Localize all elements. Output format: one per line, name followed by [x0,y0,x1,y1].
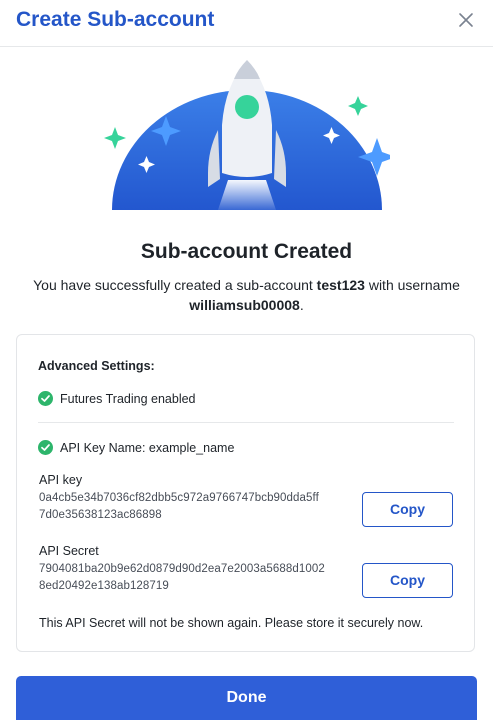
copy-api-secret-button[interactable]: Copy [362,563,453,598]
dialog-title: Create Sub-account [16,8,215,31]
api-key-name-row: API Key Name: example_name [38,440,234,455]
check-circle-icon [38,440,53,455]
api-secret-label: API Secret [39,544,99,558]
description-suffix: . [299,297,304,313]
username: williamsub00008 [189,297,300,313]
futures-enabled-label: Futures Trading enabled [60,391,196,406]
api-key-name-label: API Key Name: example_name [60,440,235,455]
check-circle-icon [38,391,53,406]
api-key-value[interactable]: 0a4cb5e34b7036cf82dbb5c972a9766747bcb90d… [39,490,339,524]
api-secret-warning: This API Secret will not be shown again.… [39,616,424,630]
api-key-line-1: 0a4cb5e34b7036cf82dbb5c972a9766747bcb90d… [39,492,319,504]
account-name: test123 [316,277,365,293]
api-key-label: API key [39,473,83,487]
success-heading: Sub-account Created [140,240,353,263]
rocket-illustration [100,55,396,215]
done-button[interactable]: Done [16,676,477,720]
divider [38,422,454,423]
api-key-line-2: 7d0e35638123ac86898 [39,509,162,521]
description-prefix: You have successfully created a sub-acco… [33,277,317,293]
api-secret-line-2: 8ed20492e138ab128719 [39,580,169,592]
futures-enabled-row: Futures Trading enabled [38,391,196,406]
advanced-settings-card: Advanced Settings: Futures Trading enabl… [16,334,475,652]
api-secret-line-1: 7904081ba20b9e62d0879d90d2ea7e2003a5688d… [39,563,325,575]
advanced-settings-title: Advanced Settings: [38,359,155,373]
success-description: You have successfully created a sub-acco… [20,275,473,315]
description-middle: with username [364,277,460,293]
close-icon[interactable] [455,9,477,31]
copy-api-key-button[interactable]: Copy [362,492,453,527]
dialog-header: Create Sub-account [0,0,493,47]
api-secret-value[interactable]: 7904081ba20b9e62d0879d90d2ea7e2003a5688d… [39,561,339,595]
